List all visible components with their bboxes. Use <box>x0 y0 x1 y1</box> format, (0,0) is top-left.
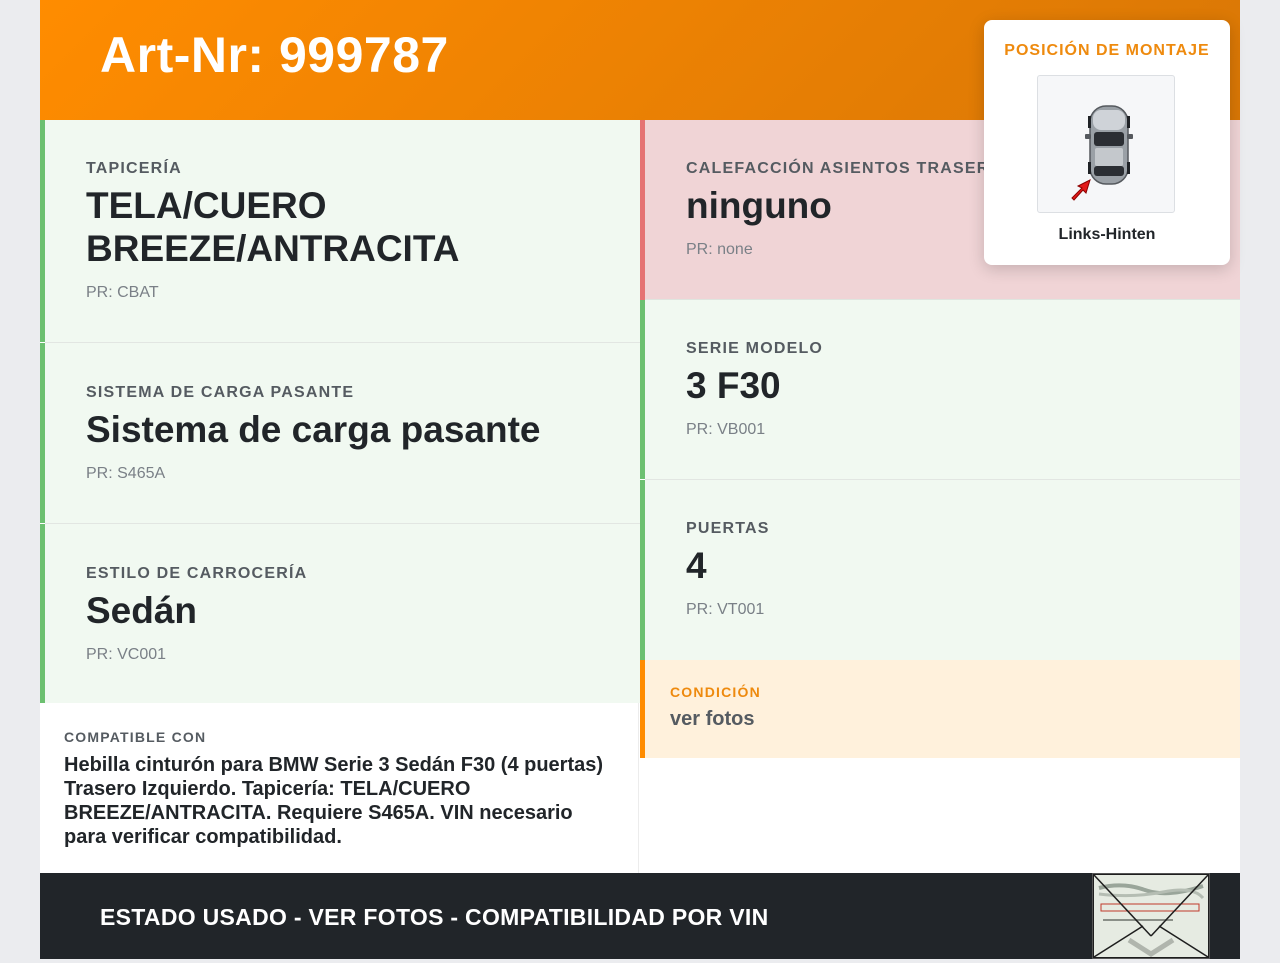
spec-cell-doors: PUERTAS 4 PR: VT001 <box>640 480 1240 660</box>
car-top-view-image <box>1037 75 1175 213</box>
label-photo-thumbnail[interactable] <box>1092 873 1210 959</box>
spec-value: Sistema de carga pasante <box>86 409 541 450</box>
condition-box: CONDICIÓN ver fotos <box>640 660 1240 758</box>
car-top-view-icon <box>1071 105 1133 201</box>
spec-label: ESTILO DE CARROCERÍA <box>86 565 308 582</box>
spec-value: 4 <box>686 545 707 586</box>
spec-cell-body-style: ESTILO DE CARROCERÍA Sedán PR: VC001 <box>40 524 640 703</box>
footer-status-text: ESTADO USADO - VER FOTOS - COMPATIBILIDA… <box>100 904 769 930</box>
envelope-thumbnail-icon <box>1093 874 1209 958</box>
spec-pr-code: PR: S465A <box>86 465 166 482</box>
article-number-title: Art-Nr: 999787 <box>100 27 449 83</box>
spec-cell-model-series: SERIE MODELO 3 F30 PR: VB001 <box>640 300 1240 479</box>
mount-position-value: Links-Hinten <box>1058 226 1156 243</box>
product-sheet: Art-Nr: 999787 TAPICERÍA TELA/CUERO BREE… <box>40 0 1240 959</box>
condition-value: ver fotos <box>670 708 755 730</box>
spec-label: TAPICERÍA <box>86 160 182 177</box>
spec-label: PUERTAS <box>686 520 770 537</box>
spec-cell-upholstery: TAPICERÍA TELA/CUERO BREEZE/ANTRACITA PR… <box>40 120 640 342</box>
mount-position-label: POSICIÓN DE MONTAJE <box>1004 42 1210 59</box>
spec-value: Sedán <box>86 590 198 631</box>
spec-value: TELA/CUERO BREEZE/ANTRACITA <box>86 185 460 269</box>
footer-bar: ESTADO USADO - VER FOTOS - COMPATIBILIDA… <box>40 873 1240 959</box>
compatibility-box: COMPATIBLE CON Hebilla cinturón para BMW… <box>40 703 639 873</box>
spec-pr-code: PR: VC001 <box>86 646 167 663</box>
compatibility-label: COMPATIBLE CON <box>64 729 207 745</box>
compatibility-text: Hebilla cinturón para BMW Serie 3 Sedán … <box>64 754 604 848</box>
spec-pr-code: PR: CBAT <box>86 284 159 301</box>
spec-label: SERIE MODELO <box>686 340 824 357</box>
condition-label: CONDICIÓN <box>670 684 761 700</box>
spec-label: SISTEMA DE CARGA PASANTE <box>86 384 355 401</box>
spec-pr-code: PR: VT001 <box>686 601 765 618</box>
mount-position-card: POSICIÓN DE MONTAJE Links-Hinten <box>984 20 1230 265</box>
spec-cell-load-through: SISTEMA DE CARGA PASANTE Sistema de carg… <box>40 343 640 523</box>
spec-pr-code: PR: VB001 <box>686 421 766 438</box>
spec-value: 3 F30 <box>686 365 781 406</box>
